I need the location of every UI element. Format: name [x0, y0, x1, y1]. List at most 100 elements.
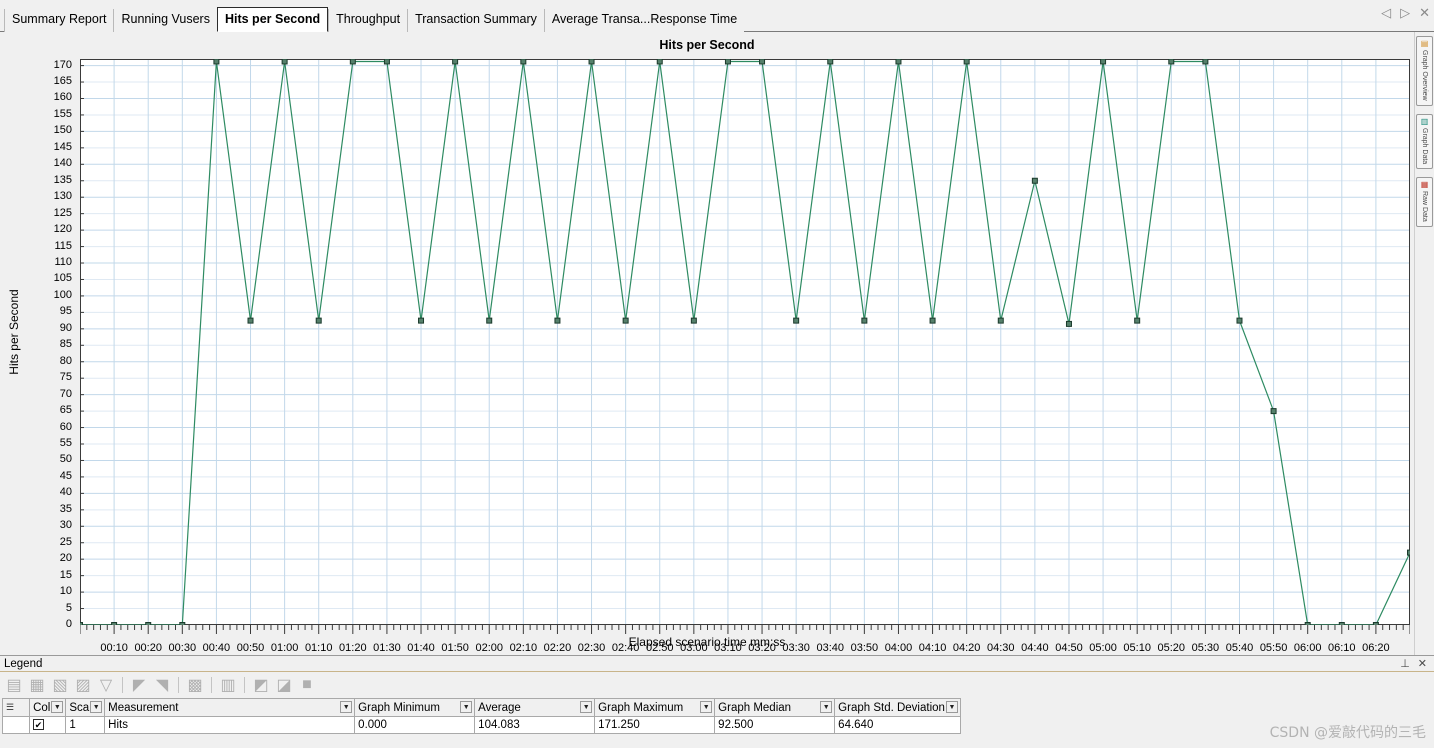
chevron-down-icon[interactable]: ▼ — [90, 701, 103, 713]
tab-navigation: ◁ ▷ ✕ — [1381, 6, 1430, 19]
series-visible-checkbox[interactable]: ✔ — [33, 719, 45, 731]
average-cell[interactable]: 104.083 — [474, 716, 596, 734]
table-row[interactable]: ✔ 1 Hits 0.000 104.083 171.250 92.500 64.640 — [1, 716, 961, 734]
column-header-measurement[interactable]: Measurement ▼ — [104, 698, 356, 717]
x-tick-label: 03:40 — [816, 642, 845, 654]
graph-median-cell[interactable]: 92.500 — [714, 716, 836, 734]
sort-ascending-icon[interactable]: ◤ — [129, 676, 149, 695]
y-tick-label: 160 — [53, 91, 72, 104]
y-tick-label: 20 — [59, 552, 72, 565]
x-tick-label: 05:00 — [1089, 642, 1117, 654]
column-header-graph-maximum[interactable]: Graph Maximum ▼ — [594, 698, 716, 717]
chevron-down-icon[interactable]: ▼ — [460, 701, 473, 713]
tab-running-vusers[interactable]: Running Vusers — [113, 9, 217, 32]
tab-prev-icon[interactable]: ◁ — [1381, 6, 1391, 19]
chevron-down-icon[interactable]: ▼ — [820, 701, 833, 713]
chevron-down-icon[interactable]: ▼ — [51, 701, 64, 713]
y-tick-label: 60 — [59, 420, 72, 433]
tab-summary-report[interactable]: Summary Report — [4, 9, 114, 32]
chevron-down-icon[interactable]: ▼ — [700, 701, 713, 713]
tab-hits-per-second[interactable]: Hits per Second — [216, 7, 329, 32]
tab-average-transa-response-time[interactable]: Average Transa...Response Time — [543, 9, 745, 32]
x-tick-label: 02:40 — [611, 642, 640, 654]
x-tick-label: 05:50 — [1259, 642, 1288, 654]
tab-throughput[interactable]: Throughput — [328, 9, 408, 32]
toolbar-separator — [211, 677, 212, 693]
dock-tab-label: Graph Overview — [1421, 50, 1428, 101]
dock-tab-graph-overview[interactable]: ▤ Graph Overview — [1416, 36, 1433, 106]
x-tick-label: 04:30 — [987, 642, 1015, 654]
x-tick-label: 04:20 — [952, 642, 981, 654]
column-header-label: Measurement — [108, 701, 179, 714]
y-tick-label: 135 — [53, 173, 72, 186]
y-tick-label: 140 — [53, 157, 72, 170]
analysis-window: Summary Report Running Vusers Hits per Sec… — [0, 0, 1434, 748]
graph-minimum-cell[interactable]: 0.000 — [354, 716, 476, 734]
chart-title: Hits per Second — [659, 38, 755, 52]
configure-measurement-icon[interactable]: ▩ — [185, 676, 205, 695]
sort-descending-icon[interactable]: ◥ — [152, 676, 172, 695]
hide-measurement-icon[interactable]: ◪ — [274, 676, 294, 695]
column-header-sca[interactable]: Sca ▼ — [65, 698, 106, 717]
watermark: CSDN @爱敲代码的三毛 — [1269, 725, 1426, 741]
x-tick-label: 03:00 — [680, 642, 708, 654]
show-columns-icon[interactable]: ▥ — [218, 676, 238, 695]
y-tick-label: 50 — [59, 453, 72, 466]
y-tick-label: 165 — [53, 75, 72, 88]
y-tick-label: 25 — [59, 535, 72, 548]
y-tick-label: 35 — [59, 502, 72, 515]
y-tick-label: 115 — [54, 239, 72, 252]
column-header-col[interactable]: Col ▼ — [29, 698, 67, 717]
y-tick-label: 155 — [53, 107, 72, 120]
auto-correlate-icon[interactable]: ▦ — [27, 676, 47, 695]
column-header-average[interactable]: Average ▼ — [474, 698, 596, 717]
chevron-down-icon[interactable]: ▼ — [945, 701, 958, 713]
column-header-label: Average — [478, 701, 521, 714]
merge-graphs-icon[interactable]: ▤ — [4, 676, 24, 695]
tab-transaction-summary[interactable]: Transaction Summary — [407, 9, 544, 32]
legend-toolbar: ▤ ▦ ▧ ▨ ▽ ◤ ◥ ▩ ▥ ◩ ◪ ■ — [0, 672, 1434, 696]
x-tick-label: 02:00 — [475, 642, 503, 654]
dock-tab-raw-data[interactable]: ▦ Raw Data — [1416, 176, 1433, 227]
y-tick-label: 110 — [54, 256, 72, 269]
x-tick-label: 05:40 — [1225, 642, 1254, 654]
scale-cell[interactable]: 1 — [65, 716, 106, 734]
y-tick-label: 40 — [59, 486, 72, 499]
set-filter-icon[interactable]: ▧ — [50, 676, 70, 695]
chevron-down-icon[interactable]: ▼ — [340, 701, 353, 713]
plot-area[interactable] — [80, 59, 1410, 637]
y-tick-label: 170 — [53, 58, 72, 71]
series-color-swatch[interactable]: ✔ — [29, 716, 67, 734]
show-measurement-icon[interactable]: ◩ — [251, 676, 271, 695]
legend-table-header-row: ☰ Col ▼ Sca ▼ Measurement ▼ Graph Minimum ▼ Aver… — [1, 698, 961, 717]
x-tick-label: 02:20 — [543, 642, 572, 654]
tab-next-icon[interactable]: ▷ — [1400, 6, 1410, 19]
close-icon[interactable]: ✕ — [1418, 657, 1427, 670]
graph-maximum-cell[interactable]: 171.250 — [594, 716, 716, 734]
tab-close-icon[interactable]: ✕ — [1419, 6, 1430, 19]
show-hide-icon[interactable]: ▨ — [73, 676, 93, 695]
dock-tab-label: Graph Data — [1421, 127, 1428, 164]
x-tick-label: 01:00 — [270, 642, 299, 654]
x-tick-label: 05:30 — [1191, 642, 1220, 654]
hits-per-second-line-chart[interactable] — [80, 59, 1410, 637]
graph-overview-icon: ▤ — [1420, 39, 1429, 48]
clear-filter-icon[interactable]: ▽ — [96, 676, 116, 695]
x-tick-label: 00:40 — [202, 642, 231, 654]
x-tick-label: 02:30 — [577, 642, 606, 654]
pin-icon[interactable]: ⊥ — [1400, 657, 1410, 670]
measurement-cell[interactable]: Hits — [104, 716, 356, 734]
dock-tab-graph-data[interactable]: ▥ Graph Data — [1416, 113, 1433, 169]
legend-panel: Legend ⊥ ✕ ▤ ▦ ▧ ▨ ▽ ◤ ◥ ▩ ▥ ◩ ◪ ■ ☰ Col ▼ Sca ▼ Measur… — [0, 655, 1434, 748]
graph-std-deviation-cell[interactable]: 64.640 — [834, 716, 961, 734]
raw-data-icon: ▦ — [1420, 179, 1429, 189]
show-all-icon[interactable]: ■ — [297, 676, 317, 695]
y-tick-label: 70 — [59, 387, 72, 400]
y-tick-label: 10 — [59, 585, 72, 598]
x-tick-label: 00:20 — [134, 642, 162, 654]
column-header-graph-std-deviation[interactable]: Graph Std. Deviation ▼ — [834, 698, 961, 717]
chevron-down-icon[interactable]: ▼ — [580, 701, 593, 713]
column-header-graph-median[interactable]: Graph Median ▼ — [714, 698, 836, 717]
column-header-graph-minimum[interactable]: Graph Minimum ▼ — [354, 698, 476, 717]
y-tick-label: 120 — [53, 223, 72, 236]
